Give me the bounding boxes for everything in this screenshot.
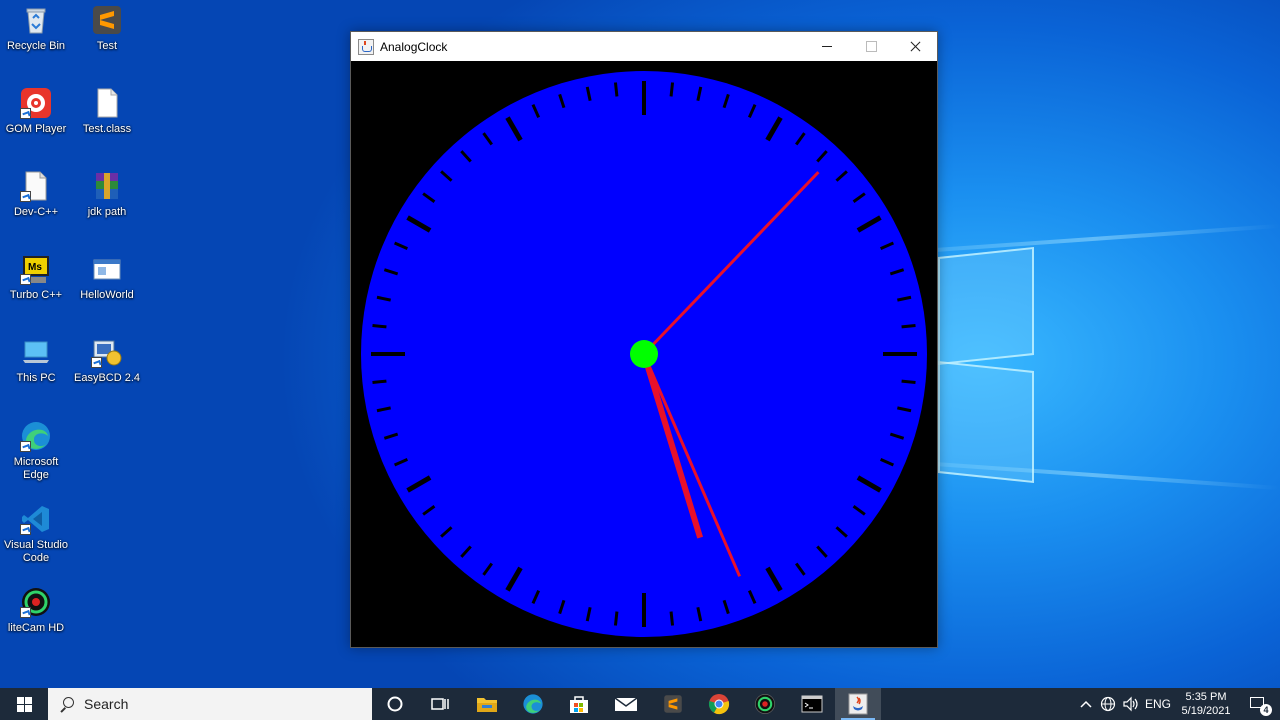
- desktop-icon-test-class[interactable]: Test.class: [71, 85, 143, 165]
- speaker-icon: [1123, 696, 1138, 712]
- taskbar-microsoft-store[interactable]: [556, 688, 602, 720]
- desktop-icon-recycle-bin[interactable]: Recycle Bin: [0, 2, 72, 82]
- desktop-icon-label: HelloWorld: [80, 289, 134, 301]
- sublime-text-icon: [91, 4, 123, 36]
- taskbar-edge[interactable]: [510, 688, 556, 720]
- task-view-icon: [431, 698, 449, 710]
- desktop-icon-label: GOM Player: [5, 123, 67, 135]
- clock-minute-tick: [613, 82, 619, 97]
- clock-center-cap: [630, 340, 658, 368]
- sublime-text-icon: [664, 695, 682, 713]
- input-language-button[interactable]: ENG: [1143, 688, 1173, 720]
- notification-count-badge: 4: [1260, 704, 1272, 716]
- window-app-icon: [91, 253, 123, 285]
- recycle-bin-icon: [20, 4, 52, 36]
- desktop-icon-label: liteCam HD: [7, 622, 65, 634]
- desktop-icon-this-pc[interactable]: This PC: [0, 334, 72, 414]
- clock-minute-tick: [372, 379, 387, 385]
- taskbar-task-view[interactable]: [417, 688, 463, 720]
- search-icon: [60, 697, 74, 711]
- taskbar-time: 5:35 PM: [1185, 691, 1227, 703]
- desktop-icon-label: Test.class: [82, 123, 132, 135]
- action-center-button[interactable]: 4: [1240, 688, 1280, 720]
- java-icon: [848, 693, 868, 715]
- svg-text:Ms: Ms: [28, 262, 42, 273]
- chrome-icon: [708, 694, 730, 715]
- desktop-icon-label: jdk path: [87, 206, 127, 218]
- volume-tray-button[interactable]: [1120, 688, 1142, 720]
- clock-minute-tick: [669, 611, 675, 626]
- taskbar-command-prompt[interactable]: [789, 688, 835, 720]
- command-prompt-icon: [801, 695, 823, 713]
- taskbar-litecam[interactable]: [742, 688, 788, 720]
- taskbar-clock[interactable]: 5:35 PM 5/19/2021: [1172, 688, 1240, 720]
- maximize-button[interactable]: [849, 32, 893, 61]
- window-title: AnalogClock: [380, 39, 448, 54]
- turbo-cpp-icon: Ms: [20, 253, 52, 285]
- litecam-icon: [20, 586, 52, 618]
- desktop-icon-label: EasyBCD 2.4: [73, 372, 141, 384]
- desktop-icon-label: Turbo C++: [9, 289, 63, 301]
- mail-icon: [614, 697, 638, 711]
- cortana-icon: [387, 696, 403, 712]
- show-hidden-icons-button[interactable]: [1076, 688, 1096, 720]
- analog-clock: [361, 71, 927, 637]
- dev-cpp-icon: [20, 170, 52, 202]
- window-titlebar[interactable]: AnalogClock: [351, 32, 937, 61]
- globe-network-icon: [1100, 696, 1116, 712]
- this-pc-icon: [20, 336, 52, 368]
- taskbar-java-app[interactable]: [835, 688, 881, 720]
- desktop-icon-jdk-path[interactable]: jdk path: [71, 168, 143, 248]
- desktop-icon-litecam-hd[interactable]: liteCam HD: [0, 584, 72, 664]
- windows-logo-wallpaper: [938, 240, 1036, 486]
- desktop-icon-label: Visual Studio Code: [3, 539, 68, 564]
- chevron-up-icon: [1080, 700, 1092, 708]
- clock-minute-tick: [669, 82, 675, 97]
- taskbar-chrome[interactable]: [696, 688, 742, 720]
- desktop-icon-test[interactable]: Test: [71, 2, 143, 82]
- clock-minute-tick: [372, 323, 387, 329]
- network-tray-button[interactable]: [1097, 688, 1119, 720]
- desktop-icon-turbo-cpp[interactable]: Ms Turbo C++: [0, 251, 72, 331]
- clock-canvas: [351, 61, 937, 647]
- taskbar-cortana[interactable]: [372, 688, 418, 720]
- clock-minute-tick: [901, 379, 916, 385]
- close-button[interactable]: [893, 32, 937, 61]
- start-button[interactable]: [0, 688, 48, 720]
- desktop-icon-label: Test: [96, 40, 118, 52]
- desktop-icon-easybcd[interactable]: EasyBCD 2.4: [71, 334, 143, 414]
- winrar-archive-icon: [91, 170, 123, 202]
- litecam-icon: [755, 694, 775, 714]
- gom-player-icon: [20, 87, 52, 119]
- minimize-button[interactable]: [805, 32, 849, 61]
- clock-minute-tick: [901, 323, 916, 329]
- desktop-icon-dev-cpp[interactable]: Dev-C++: [0, 168, 72, 248]
- clock-minute-tick: [613, 611, 619, 626]
- desktop-icon-helloworld[interactable]: HelloWorld: [71, 251, 143, 331]
- desktop-icon-gom-player[interactable]: GOM Player: [0, 85, 72, 165]
- vscode-icon: [20, 503, 52, 535]
- desktop-icon-microsoft-edge[interactable]: Microsoft Edge: [0, 418, 72, 498]
- desktop-icon-label: Microsoft Edge: [13, 456, 59, 481]
- easybcd-icon: [91, 336, 123, 368]
- analog-clock-window[interactable]: AnalogClock: [350, 31, 938, 648]
- java-app-icon: [358, 38, 374, 55]
- search-placeholder: Search: [84, 696, 129, 712]
- taskbar-sublime-text[interactable]: [650, 688, 696, 720]
- taskbar-search-box[interactable]: Search: [48, 688, 372, 720]
- desktop-icon-label: Dev-C++: [13, 206, 59, 218]
- taskbar-mail[interactable]: [603, 688, 649, 720]
- file-icon: [91, 87, 123, 119]
- edge-icon: [20, 420, 52, 452]
- desktop-icon-label: Recycle Bin: [6, 40, 66, 52]
- edge-icon: [523, 694, 543, 714]
- file-explorer-icon: [477, 698, 497, 712]
- desktop-icon-visual-studio-code[interactable]: Visual Studio Code: [0, 501, 72, 581]
- taskbar-date: 5/19/2021: [1181, 705, 1231, 717]
- taskbar-file-explorer[interactable]: [464, 688, 510, 720]
- microsoft-store-icon: [570, 696, 588, 713]
- taskbar: Search ENG 5:35 PM 5/19/2021 4: [0, 688, 1280, 720]
- desktop-icon-label: This PC: [16, 372, 56, 384]
